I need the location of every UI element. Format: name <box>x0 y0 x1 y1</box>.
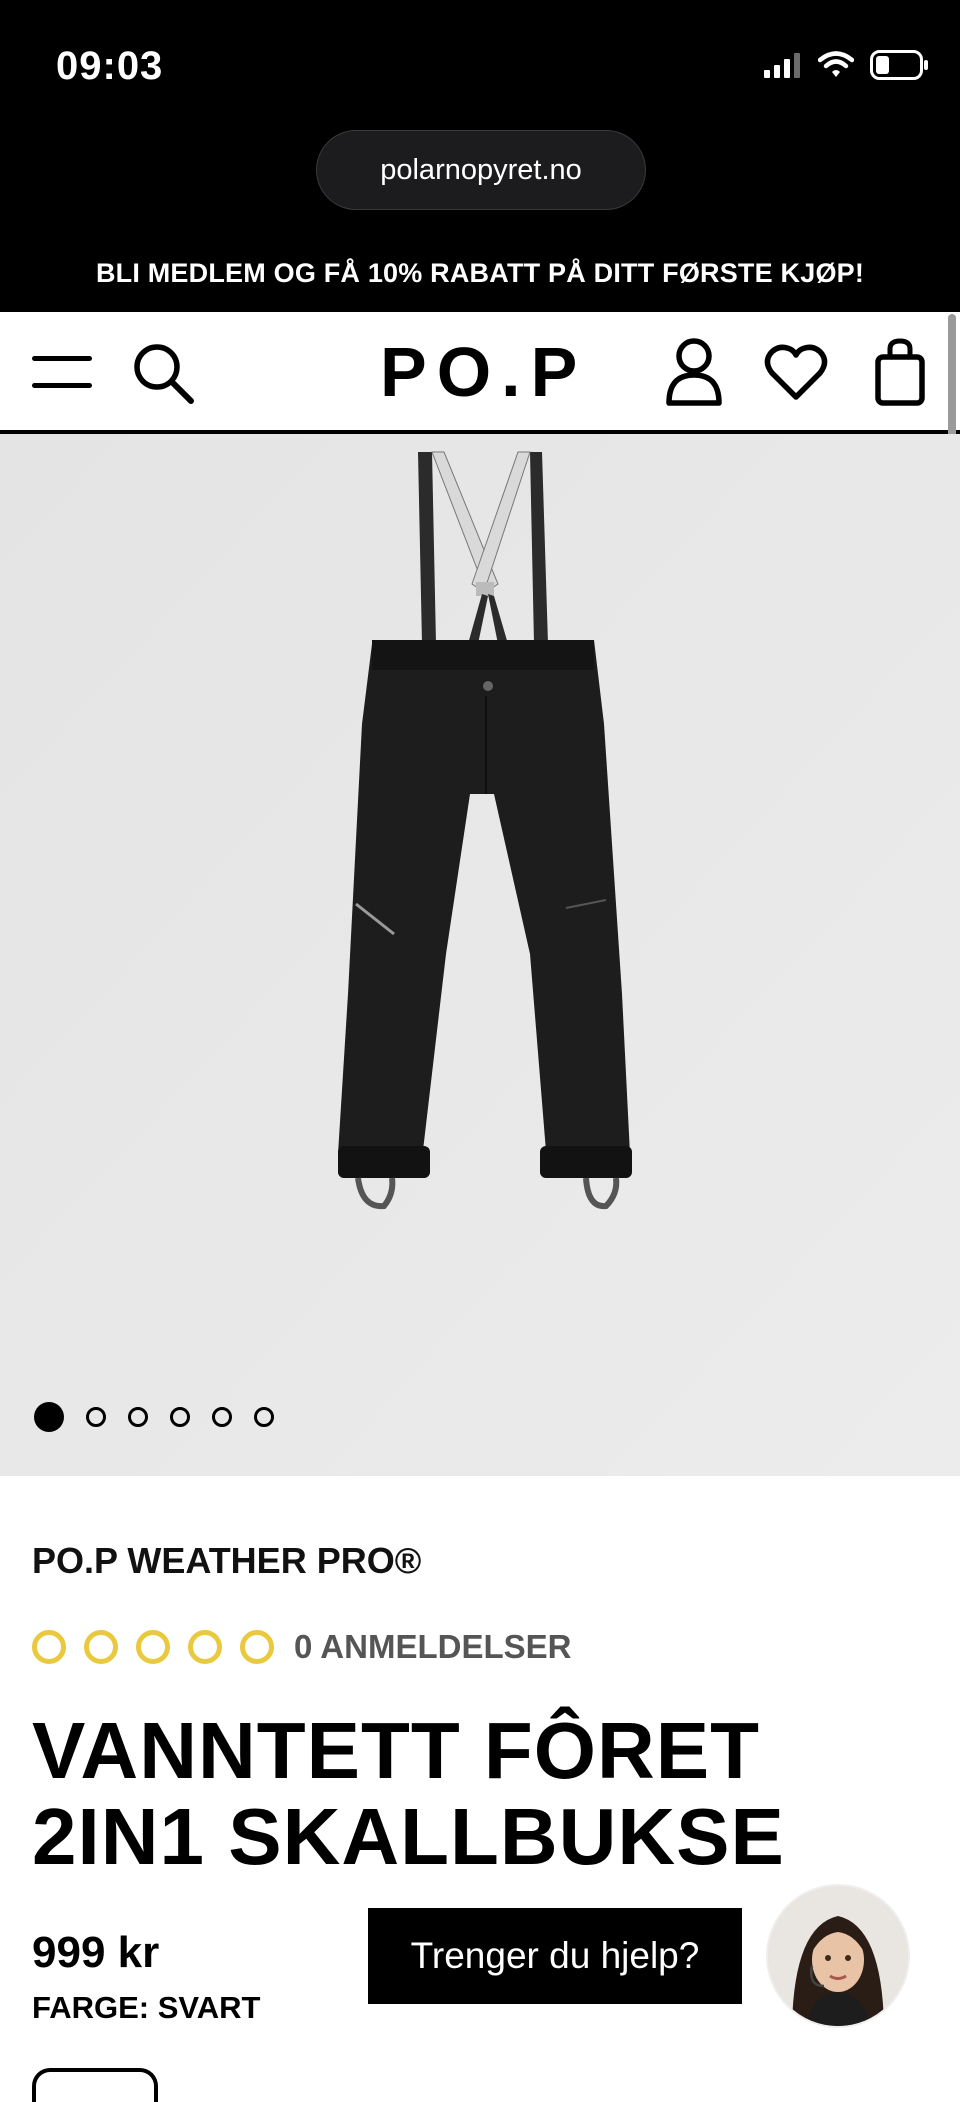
product-image-gallery[interactable] <box>0 434 960 1476</box>
promo-banner[interactable]: BLI MEDLEM OG FÅ 10% RABATT PÅ DITT FØRS… <box>0 234 960 312</box>
wifi-icon <box>817 51 855 84</box>
gallery-dot[interactable] <box>128 1407 148 1427</box>
rating-star-icon <box>32 1630 66 1664</box>
gallery-dot[interactable] <box>254 1407 274 1427</box>
status-time: 09:03 <box>56 44 164 88</box>
product-brand-line[interactable]: PO.P WEATHER PRO® <box>32 1540 421 1582</box>
system-icons <box>764 50 930 85</box>
product-title: VANNTETT FÔRET 2IN1 SKALLBUKSE <box>32 1706 785 1881</box>
menu-icon[interactable] <box>28 342 96 402</box>
signal-icon <box>764 52 802 83</box>
rating-star-icon <box>188 1630 222 1664</box>
product-color-label: FARGE: SVART <box>32 1990 261 2025</box>
chat-agent-avatar[interactable] <box>768 1886 908 2026</box>
browser-address-area: polarnopyret.no <box>0 122 960 234</box>
reviews-count[interactable]: 0 ANMELDELSER <box>294 1628 571 1666</box>
gallery-dot[interactable] <box>212 1407 232 1427</box>
account-icon[interactable] <box>662 334 726 410</box>
status-bar: 09:03 <box>0 0 960 122</box>
product-rating[interactable]: 0 ANMELDELSER <box>32 1628 571 1666</box>
chat-help-button[interactable]: Trenger du hjelp? <box>368 1908 742 2004</box>
rating-star-icon <box>84 1630 118 1664</box>
product-price: 999 kr <box>32 1928 160 1977</box>
gallery-dot[interactable] <box>86 1407 106 1427</box>
battery-icon <box>870 50 930 85</box>
rating-star-icon <box>240 1630 274 1664</box>
gallery-dot[interactable] <box>34 1402 64 1432</box>
bag-icon[interactable] <box>870 334 930 410</box>
search-icon[interactable] <box>128 338 198 408</box>
site-logo[interactable]: PO.P <box>380 332 587 412</box>
gallery-dot[interactable] <box>170 1407 190 1427</box>
gallery-pagination <box>34 1402 274 1432</box>
url-bar[interactable]: polarnopyret.no <box>316 130 646 210</box>
rating-star-icon <box>136 1630 170 1664</box>
site-header: PO.P <box>0 312 960 434</box>
heart-icon[interactable] <box>762 340 830 404</box>
product-image-pants <box>0 434 960 1476</box>
color-swatch[interactable] <box>32 2068 158 2102</box>
